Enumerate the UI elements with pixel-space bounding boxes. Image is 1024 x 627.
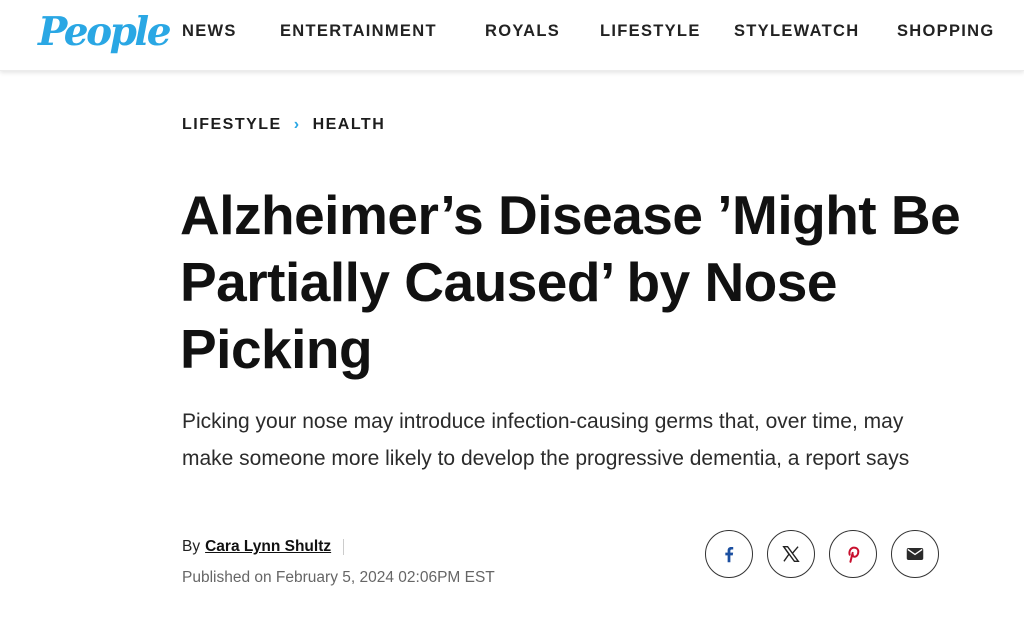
facebook-icon (725, 546, 734, 563)
nav-lifestyle[interactable]: LIFESTYLE (600, 22, 701, 41)
share-pinterest-button[interactable] (829, 530, 877, 578)
author-link[interactable]: Cara Lynn Shultz (205, 538, 331, 555)
breadcrumb-health[interactable]: HEALTH (313, 116, 386, 133)
share-x-button[interactable] (767, 530, 815, 578)
breadcrumb-lifestyle[interactable]: LIFESTYLE (182, 116, 282, 133)
byline-divider (343, 538, 345, 555)
article-title: Alzheimer’s Disease ’Might Be Partially … (180, 184, 961, 380)
email-icon (906, 548, 924, 560)
pinterest-icon (848, 546, 860, 563)
nav-entertainment[interactable]: ENTERTAINMENT (280, 22, 437, 41)
x-icon (782, 545, 800, 563)
share-facebook-button[interactable] (705, 530, 753, 578)
people-logo[interactable]: People (38, 6, 172, 58)
byline: By Cara Lynn Shultz (182, 538, 345, 556)
byline-prefix: By (182, 538, 201, 555)
chevron-right-icon: › (293, 116, 301, 133)
nav-news[interactable]: NEWS (182, 22, 237, 41)
article-dek: Picking your nose may introduce infectio… (182, 410, 910, 470)
nav-stylewatch[interactable]: STYLEWATCH (734, 22, 859, 41)
nav-royals[interactable]: ROYALS (485, 22, 560, 41)
share-email-button[interactable] (891, 530, 939, 578)
published-date: Published on February 5, 2024 02:06PM ES… (182, 569, 495, 586)
breadcrumb: LIFESTYLE › HEALTH (182, 116, 385, 134)
nav-shopping[interactable]: SHOPPING (897, 22, 995, 41)
site-header: People NEWS ENTERTAINMENT ROYALS LIFESTY… (0, 0, 1024, 71)
